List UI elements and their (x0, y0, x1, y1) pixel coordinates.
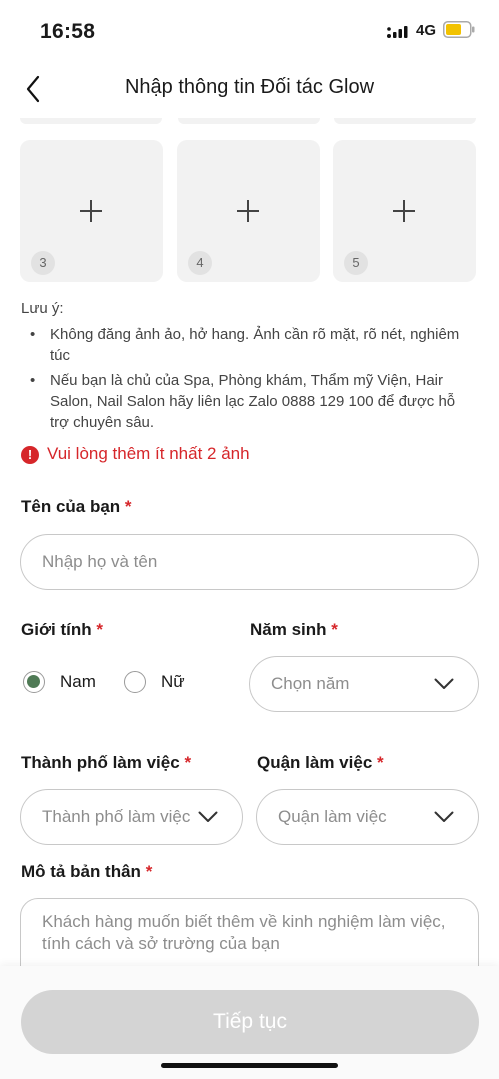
photo-slot-number: 5 (344, 251, 368, 275)
about-placeholder: Khách hàng muốn biết thêm về kinh nghiệm… (42, 912, 446, 953)
note-bullet: • Không đăng ảnh ảo, hở hang. Ảnh cần rõ… (21, 324, 471, 366)
page-title: Nhập thông tin Đối tác Glow (124, 76, 375, 98)
city-placeholder: Thành phố làm việc (42, 807, 191, 826)
radio-unselected-icon (124, 671, 146, 693)
error-text: Vui lòng thêm ít nhất 2 ảnh (47, 444, 250, 463)
radio-label: Nam (60, 672, 96, 691)
required-mark: * (184, 753, 192, 772)
required-mark: * (124, 497, 132, 516)
error-icon: ! (21, 446, 39, 464)
continue-button[interactable]: Tiếp tục (21, 990, 479, 1054)
required-mark: * (145, 862, 153, 881)
name-label: Tên của bạn * (21, 497, 132, 517)
continue-button-label: Tiếp tục (213, 1010, 287, 1033)
name-label-text: Tên của bạn (21, 497, 121, 516)
birth-year-label-text: Năm sinh (250, 620, 327, 639)
signal-icon (387, 26, 408, 38)
photo-slot[interactable]: 4 (177, 140, 320, 282)
network-type: 4G (416, 22, 437, 39)
plus-icon (237, 200, 259, 222)
district-label: Quận làm việc * (257, 753, 384, 773)
city-label-text: Thành phố làm việc (21, 753, 180, 772)
district-placeholder: Quận làm việc (278, 807, 387, 826)
district-select[interactable]: Quận làm việc (256, 789, 479, 845)
required-mark: * (331, 620, 338, 639)
bullet-dot: • (30, 372, 36, 389)
plus-icon (80, 200, 102, 222)
chevron-down-icon (434, 811, 454, 822)
birth-year-placeholder: Chọn năm (271, 674, 350, 693)
status-time: 16:58 (40, 20, 96, 43)
radio-selected-icon (23, 671, 45, 693)
city-label: Thành phố làm việc * (21, 753, 191, 773)
gender-label-text: Giới tính (21, 620, 92, 639)
required-mark: * (377, 753, 384, 772)
name-placeholder: Nhập họ và tên (42, 552, 158, 571)
note-bullet: • Nếu bạn là chủ của Spa, Phòng khám, Th… (21, 370, 471, 433)
birth-year-select[interactable]: Chọn năm (249, 656, 479, 712)
district-label-text: Quận làm việc (257, 753, 373, 772)
photo-slot[interactable]: 5 (333, 140, 476, 282)
photo-row-previous (20, 118, 478, 126)
chevron-down-icon (434, 678, 454, 689)
photo-slot-number: 3 (31, 251, 55, 275)
home-indicator (161, 1063, 338, 1068)
note-bullet-text: Nếu bạn là chủ của Spa, Phòng khám, Thẩm… (50, 372, 456, 431)
photo-slot-number: 4 (188, 251, 212, 275)
birth-year-label: Năm sinh * (250, 620, 338, 640)
gender-label: Giới tính * (21, 620, 103, 640)
radio-label: Nữ (161, 672, 185, 691)
battery-icon (443, 21, 475, 38)
plus-icon (393, 200, 415, 222)
status-bar: 16:58 4G (0, 0, 499, 60)
required-mark: * (96, 620, 103, 639)
note-bullet-text: Không đăng ảnh ảo, hở hang. Ảnh cần rõ m… (50, 326, 460, 364)
city-select[interactable]: Thành phố làm việc (20, 789, 243, 845)
nav-bar: Nhập thông tin Đối tác Glow (0, 60, 499, 118)
chevron-down-icon (198, 811, 218, 822)
about-label: Mô tả bản thân * (21, 862, 152, 882)
photo-slot[interactable]: 3 (20, 140, 163, 282)
name-input[interactable]: Nhập họ và tên (20, 534, 479, 590)
bullet-dot: • (30, 326, 36, 343)
note-label: Lưu ý: (21, 300, 64, 317)
about-label-text: Mô tả bản thân (21, 862, 141, 881)
